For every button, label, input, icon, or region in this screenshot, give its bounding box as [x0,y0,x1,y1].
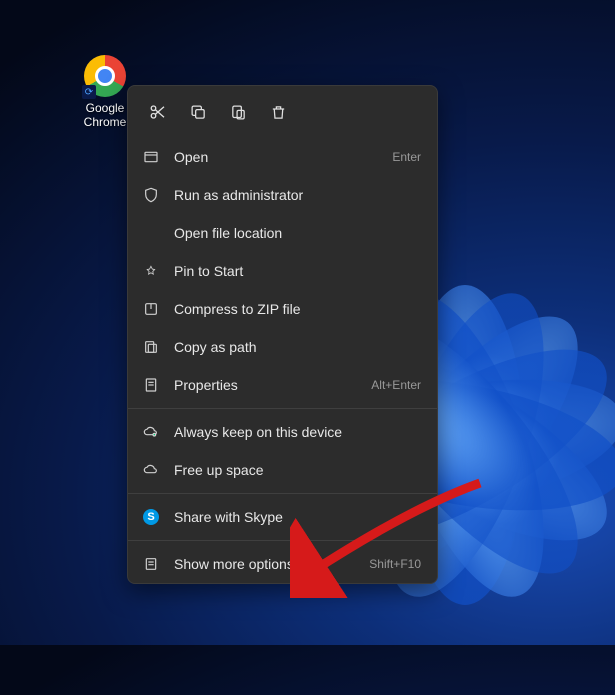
menu-item-pin-start[interactable]: Pin to Start [128,252,437,290]
menu-item-show-more[interactable]: Show more options Shift+F10 [128,545,437,583]
menu-shortcut: Enter [392,150,421,164]
menu-label: Open [174,149,392,165]
shortcut-sync-badge: ⟳ [82,85,96,99]
menu-label: Show more options [174,556,369,572]
menu-separator [128,540,437,541]
scissors-icon [149,103,167,121]
paste-icon [230,104,247,121]
menu-shortcut: Alt+Enter [371,378,421,392]
menu-separator [128,408,437,409]
menu-label: Always keep on this device [174,424,421,440]
menu-label: Compress to ZIP file [174,301,421,317]
properties-icon [142,376,160,394]
menu-item-share-skype[interactable]: S Share with Skype [128,498,437,536]
spacer-icon [142,224,160,242]
menu-item-compress[interactable]: Compress to ZIP file [128,290,437,328]
cloud-icon [142,461,160,479]
trash-icon [270,104,287,121]
menu-item-properties[interactable]: Properties Alt+Enter [128,366,437,404]
quick-action-row [128,86,437,138]
menu-shortcut: Shift+F10 [369,557,421,571]
copy-icon [190,104,207,121]
context-menu: Open Enter Run as administrator Open fil… [127,85,438,584]
menu-label: Share with Skype [174,509,421,525]
menu-label: Pin to Start [174,263,421,279]
menu-item-open-location[interactable]: Open file location [128,214,437,252]
pin-icon [142,262,160,280]
menu-item-copy-path[interactable]: Copy as path [128,328,437,366]
menu-item-run-admin[interactable]: Run as administrator [128,176,437,214]
menu-label: Copy as path [174,339,421,355]
skype-icon: S [142,508,160,526]
copy-button[interactable] [182,96,214,128]
delete-button[interactable] [262,96,294,128]
menu-item-open[interactable]: Open Enter [128,138,437,176]
cloud-sync-icon [142,423,160,441]
menu-label: Open file location [174,225,421,241]
menu-item-keep-device[interactable]: Always keep on this device [128,413,437,451]
open-icon [142,148,160,166]
menu-label: Run as administrator [174,187,421,203]
menu-label: Free up space [174,462,421,478]
paste-button[interactable] [222,96,254,128]
zip-icon [142,300,160,318]
menu-separator [128,493,437,494]
shield-icon [142,186,160,204]
cut-button[interactable] [142,96,174,128]
menu-label: Properties [174,377,371,393]
chrome-icon: ⟳ [84,55,126,97]
copy-path-icon [142,338,160,356]
more-options-icon [142,555,160,573]
menu-item-free-space[interactable]: Free up space [128,451,437,489]
